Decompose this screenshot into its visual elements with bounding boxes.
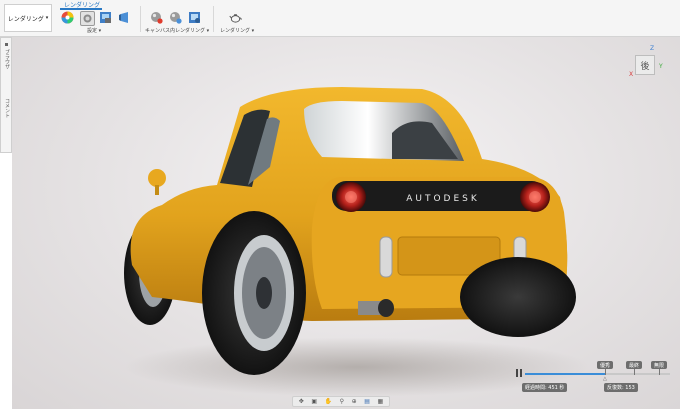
viewcube-back-face[interactable]: 後 xyxy=(635,55,655,75)
workspace-switcher[interactable]: レンダリング ▾ xyxy=(4,4,52,32)
axis-y-label: Y xyxy=(659,63,663,70)
car-badge-text: AUTODESK xyxy=(406,194,480,204)
in-canvas-render-icon[interactable] xyxy=(150,11,163,24)
quality-tick xyxy=(659,369,660,375)
progress-marker-icon: △ xyxy=(603,376,607,382)
quality-excellent-tag[interactable]: 優秀 xyxy=(597,361,614,369)
render-teapot-icon[interactable] xyxy=(229,11,242,24)
pan-icon[interactable]: ✋ xyxy=(325,398,332,405)
zoom-window-icon[interactable]: ⊕ xyxy=(352,398,357,405)
divider xyxy=(213,6,214,32)
quality-tick xyxy=(605,369,606,375)
scene-settings-icon[interactable] xyxy=(80,11,95,26)
quality-tick xyxy=(634,369,635,375)
texture-map-icon[interactable] xyxy=(99,11,112,24)
quality-final-tag[interactable]: 最終 xyxy=(626,361,643,369)
axis-x-label: X xyxy=(629,71,634,78)
tab-browser[interactable]: ブラウザ xyxy=(2,49,11,69)
expand-handle-icon[interactable] xyxy=(5,43,8,46)
ribbon-toolbar: レンダリング ▾ レンダリング 設定 ▾ キャンバス内レンダリング ▾ レンダリ… xyxy=(0,0,680,37)
divider xyxy=(140,6,141,32)
quality-infinite-tag[interactable]: 無限 xyxy=(651,361,668,369)
navigation-bar: ✥ ▣ ✋ ⚲ ⊕ ▤ ▦ xyxy=(292,396,390,407)
render-progress-bar xyxy=(525,373,670,375)
grid-icon[interactable]: ▦ xyxy=(377,398,383,405)
elapsed-time-badge: 経過時間: 451 秒 xyxy=(522,383,568,392)
look-at-icon[interactable]: ▣ xyxy=(311,398,317,405)
viewcube[interactable]: Z X Y 後 xyxy=(622,45,668,87)
appearance-icon[interactable] xyxy=(61,11,74,24)
render-progress-fill xyxy=(525,373,605,375)
chevron-down-icon: ▾ xyxy=(45,15,49,21)
pause-icon[interactable] xyxy=(515,368,523,378)
render-viewport[interactable]: AUTODESK Z X Y 後 xyxy=(12,37,680,409)
render-group-label[interactable]: レンダリング ▾ xyxy=(220,27,254,34)
display-icon[interactable]: ▤ xyxy=(364,398,370,405)
tab-comments[interactable]: コメント xyxy=(2,98,11,118)
setup-group-label[interactable]: 設定 ▾ xyxy=(87,27,101,34)
browser-panel-collapsed: ブラウザ コメント xyxy=(0,37,12,153)
workspace-label: レンダリング xyxy=(7,15,44,23)
capture-image-icon[interactable] xyxy=(188,11,201,24)
zoom-icon[interactable]: ⚲ xyxy=(340,398,344,405)
orbit-icon[interactable]: ✥ xyxy=(299,398,304,405)
axis-z-label: Z xyxy=(650,45,655,52)
canvas-render-group-label[interactable]: キャンバス内レンダリング ▾ xyxy=(145,27,209,34)
active-tab-indicator xyxy=(60,8,102,10)
decal-icon[interactable] xyxy=(118,11,131,24)
car-render: AUTODESK xyxy=(124,87,576,375)
iterations-badge: 反復数: 153 xyxy=(604,383,638,392)
render-settings-icon[interactable] xyxy=(169,11,182,24)
